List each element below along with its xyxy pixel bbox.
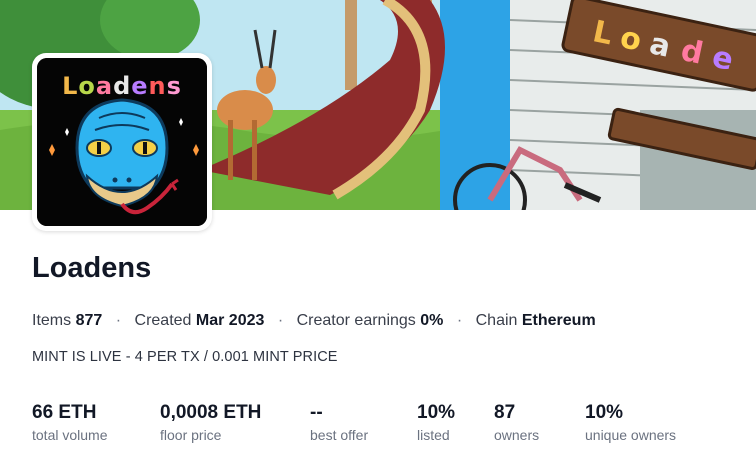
collection-avatar: Loadens bbox=[32, 53, 212, 231]
collection-description: MINT IS LIVE - 4 PER TX / 0.001 MINT PRI… bbox=[32, 349, 338, 365]
stat-value: 10% bbox=[585, 402, 624, 423]
stat-label: owners bbox=[494, 427, 540, 443]
collection-meta: Items 877 · Created Mar 2023 · Creator e… bbox=[32, 312, 596, 330]
creator-earnings-value: 0% bbox=[420, 312, 444, 329]
meta-separator: · bbox=[115, 312, 122, 329]
stat-value: 87 bbox=[494, 402, 516, 423]
created-value: Mar 2023 bbox=[195, 312, 265, 329]
stat-unique-owners[interactable]: 10% unique owners bbox=[585, 402, 676, 443]
stat-label: floor price bbox=[160, 427, 222, 443]
stat-label: unique owners bbox=[585, 427, 677, 443]
collection-title: Loadens bbox=[32, 252, 152, 284]
avatar-logo-text: Loadens bbox=[62, 72, 182, 100]
stat-label: listed bbox=[417, 427, 450, 443]
created-label: Created bbox=[134, 312, 192, 329]
items-value: 877 bbox=[75, 312, 103, 329]
stat-value: -- bbox=[310, 402, 323, 423]
stat-value: 10% bbox=[417, 402, 456, 423]
stat-floor-price[interactable]: 0,0008 ETH floor price bbox=[160, 402, 261, 443]
stat-label: best offer bbox=[310, 427, 369, 443]
creator-earnings-label: Creator earnings bbox=[296, 312, 416, 329]
stat-owners[interactable]: 87 owners bbox=[494, 402, 539, 443]
stat-listed[interactable]: 10% listed bbox=[417, 402, 455, 443]
items-label: Items bbox=[32, 312, 72, 329]
avatar-image: Loadens bbox=[37, 58, 207, 226]
chain-label: Chain bbox=[475, 312, 518, 329]
stat-total-volume[interactable]: 66 ETH total volume bbox=[32, 402, 107, 443]
chain-value: Ethereum bbox=[521, 312, 596, 329]
stat-value: 0,0008 ETH bbox=[160, 402, 262, 423]
stat-label: total volume bbox=[32, 427, 108, 443]
stat-value: 66 ETH bbox=[32, 402, 97, 423]
meta-separator: · bbox=[456, 312, 463, 329]
meta-separator: · bbox=[277, 312, 284, 329]
stat-best-offer[interactable]: -- best offer bbox=[310, 402, 368, 443]
